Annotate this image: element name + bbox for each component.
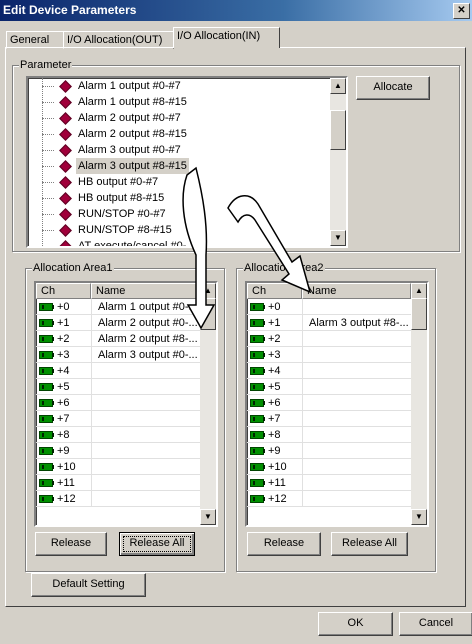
drag-arrows [182,166,312,330]
drag-arrow-left [182,166,216,330]
tab-io-allocation-in[interactable]: I/O Allocation(IN) [173,27,280,48]
drag-arrow-right [227,195,312,294]
